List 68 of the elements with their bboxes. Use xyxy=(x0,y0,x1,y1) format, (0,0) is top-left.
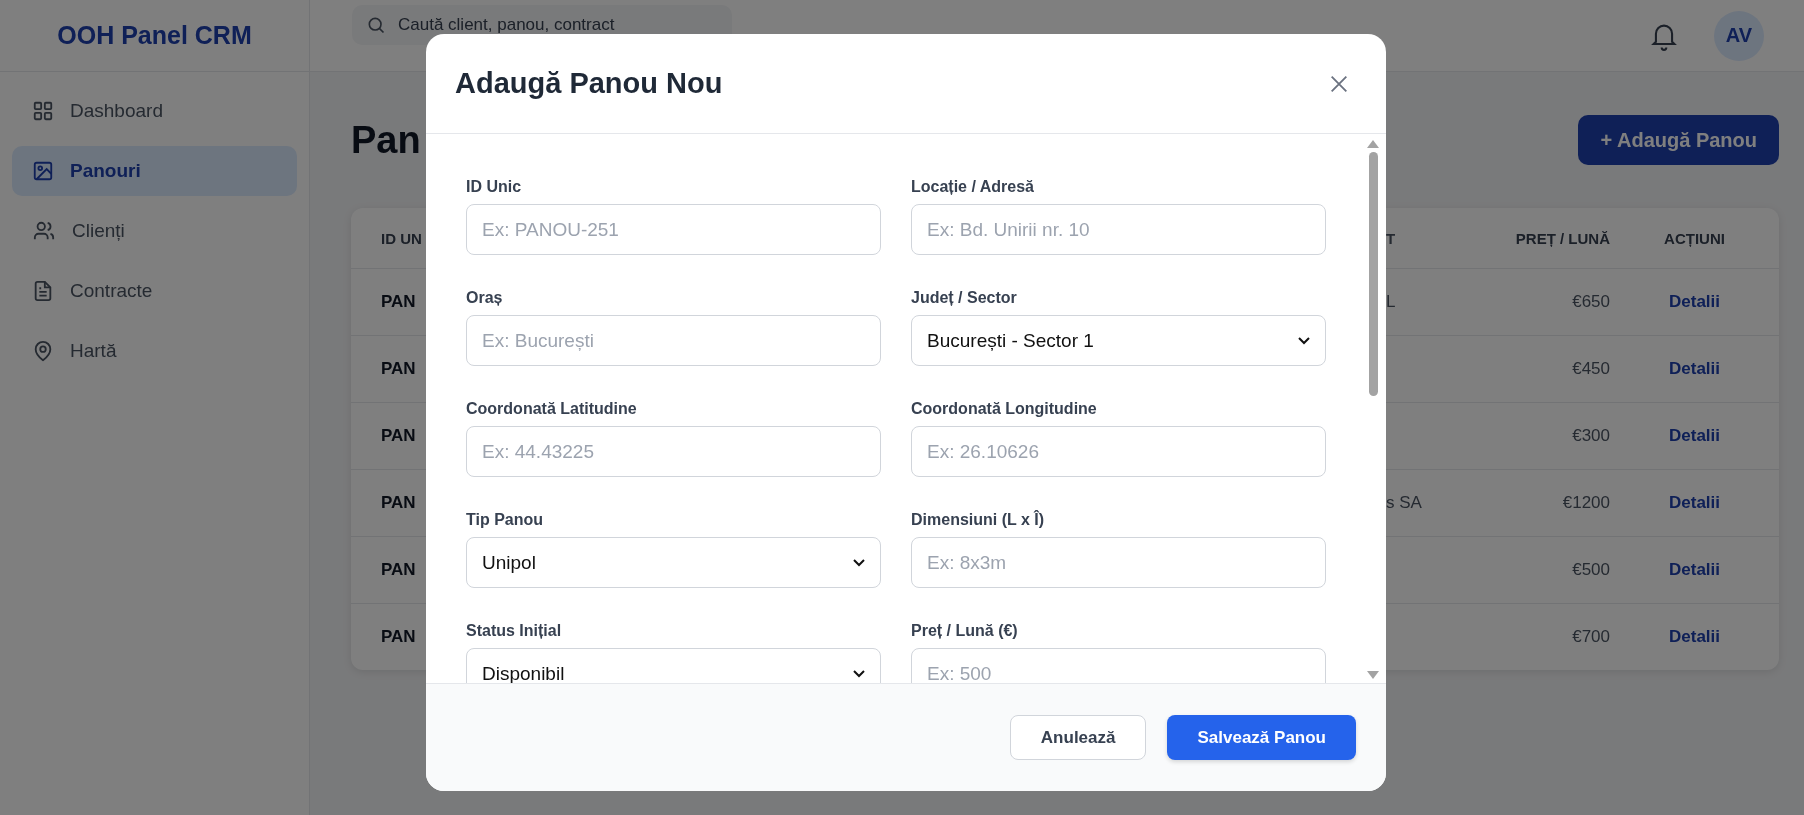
table-cell: PAN xyxy=(381,292,416,311)
field-label: Status Inițial xyxy=(466,622,563,640)
input-field[interactable]: Ex: 500 xyxy=(911,648,1326,683)
input-field[interactable]: Ex: 44.43225 xyxy=(466,426,881,477)
sidebar-item[interactable]: Dashboard xyxy=(12,86,297,136)
app-logo: OOH Panel CRM xyxy=(57,21,252,50)
sidebar-item[interactable]: Hartă xyxy=(12,326,297,376)
table-cell: €650 xyxy=(1572,292,1610,311)
sidebar-item[interactable]: Panouri xyxy=(12,146,297,196)
table-cell: €1200 xyxy=(1562,493,1610,512)
select-field[interactable]: București - Sector 1 xyxy=(911,315,1326,366)
field-label: Tip Panou xyxy=(466,511,545,529)
document-icon xyxy=(32,280,54,302)
scroll-up-arrow-icon[interactable] xyxy=(1367,140,1379,148)
select-field[interactable]: Unipol xyxy=(466,537,881,588)
table-cell: L xyxy=(1386,292,1396,311)
table-cell: €450 xyxy=(1572,359,1610,378)
column-header: ACȚIUNI xyxy=(1664,229,1725,247)
table-cell: €700 xyxy=(1572,627,1610,646)
column-header: PREȚ / LUNĂ xyxy=(1515,229,1610,247)
field-label: Oraș xyxy=(466,289,504,307)
select-field[interactable]: Disponibil xyxy=(466,648,881,683)
table-cell: €300 xyxy=(1572,426,1610,445)
table-cell: s SA xyxy=(1386,493,1422,512)
table-cell: PAN xyxy=(381,493,416,512)
details-link[interactable]: Detalii xyxy=(1669,493,1720,512)
add-panel-button[interactable]: + Adaugă Panou xyxy=(1578,115,1779,165)
page-title: Pan xyxy=(351,118,421,162)
grid-icon xyxy=(32,100,54,122)
column-header: ID UN xyxy=(381,229,422,247)
scroll-down-arrow-icon[interactable] xyxy=(1367,671,1379,679)
field-label: Locație / Adresă xyxy=(911,178,1035,196)
input-field[interactable]: Ex: 26.10626 xyxy=(911,426,1326,477)
field-label: Preț / Lună (€) xyxy=(911,622,1019,640)
field-label: Dimensiuni (L x Î) xyxy=(911,511,1046,529)
search-icon xyxy=(366,15,386,35)
details-link[interactable]: Detalii xyxy=(1669,560,1720,579)
input-field[interactable]: Ex: PANOU-251 xyxy=(466,204,881,255)
map-pin-icon xyxy=(32,339,54,363)
details-link[interactable]: Detalii xyxy=(1669,292,1720,311)
sidebar-item[interactable]: Clienți xyxy=(12,206,297,256)
table-cell: PAN xyxy=(381,560,416,579)
details-link[interactable]: Detalii xyxy=(1669,359,1720,378)
scrollbar-thumb[interactable] xyxy=(1368,152,1378,396)
table-cell: PAN xyxy=(381,426,416,445)
chevron-down-icon xyxy=(853,558,865,567)
table-cell: €500 xyxy=(1572,560,1610,579)
field-label: Județ / Sector xyxy=(911,289,1018,307)
field-label: Coordonată Latitudine xyxy=(466,400,638,418)
column-header: T xyxy=(1386,229,1396,247)
input-field[interactable]: Ex: București xyxy=(466,315,881,366)
details-link[interactable]: Detalii xyxy=(1669,426,1720,445)
field-label: Coordonată Longitudine xyxy=(911,400,1098,418)
chevron-down-icon xyxy=(853,669,865,678)
cancel-button[interactable]: Anulează xyxy=(1009,715,1147,760)
chevron-down-icon xyxy=(1298,336,1310,345)
input-field[interactable]: Ex: Bd. Unirii nr. 10 xyxy=(911,204,1326,255)
image-icon xyxy=(32,160,54,182)
user-avatar[interactable]: AV xyxy=(1714,10,1764,61)
table-cell: PAN xyxy=(381,359,416,378)
users-icon xyxy=(32,220,56,242)
input-field[interactable]: Ex: 8x3m xyxy=(911,537,1326,588)
table-cell: PAN xyxy=(381,627,416,646)
sidebar-item[interactable]: Contracte xyxy=(12,266,297,316)
field-label: ID Unic xyxy=(466,178,523,196)
modal-title: Adaugă Panou Nou xyxy=(455,67,723,100)
save-button[interactable]: Salvează Panou xyxy=(1167,715,1356,760)
details-link[interactable]: Detalii xyxy=(1669,627,1720,646)
